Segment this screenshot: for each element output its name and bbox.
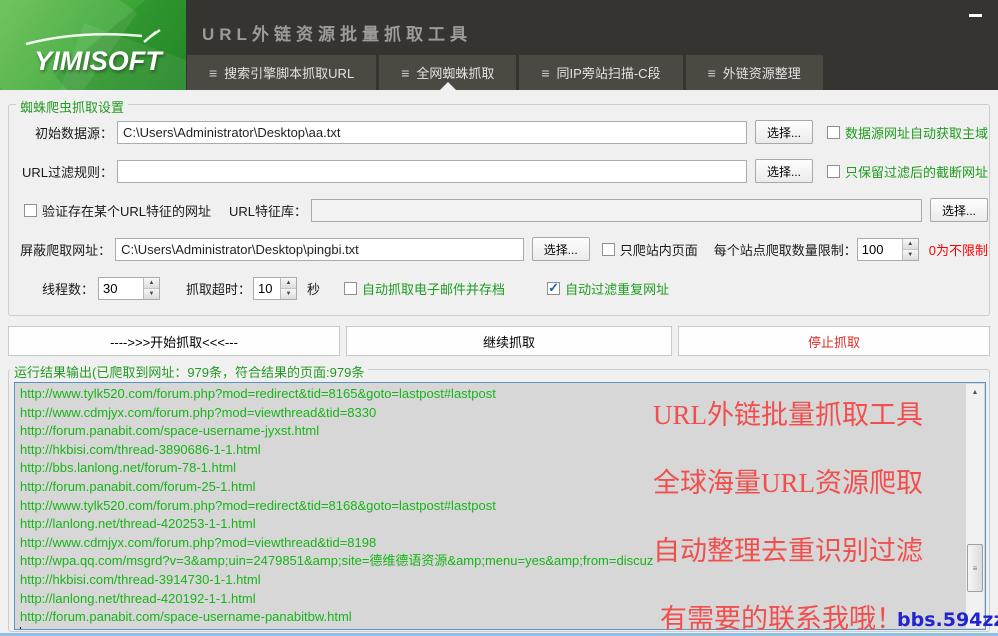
block-url-browse-button[interactable]: 选择...: [532, 237, 590, 261]
window-title: URL外链资源批量抓取工具: [202, 20, 472, 45]
limit-spin-up-icon[interactable]: ▲: [903, 239, 918, 249]
limit-label: 每个站点爬取数量限制：: [714, 240, 857, 259]
initial-source-label: 初始数据源：: [20, 123, 113, 142]
timeout-unit-label: 秒: [307, 279, 320, 298]
site-only-checkbox[interactable]: [602, 243, 615, 256]
keep-filtered-checkbox[interactable]: [827, 165, 840, 178]
block-url-label: 屏蔽爬取网址：: [20, 240, 111, 259]
app-logo: YIMISOFT: [0, 0, 186, 90]
tab-search-engine-grab[interactable]: ≡ 搜索引擎脚本抓取URL: [187, 55, 376, 90]
menu-icon: ≡: [708, 65, 716, 81]
tab-spider-grab[interactable]: ≡ 全网蜘蛛抓取: [379, 55, 516, 90]
filter-rule-label: URL过滤规则：: [20, 162, 113, 181]
initial-source-input[interactable]: [117, 121, 747, 144]
url-line: http://wpa.qq.com/msgrd?v=3&amp;uin=2479…: [20, 552, 963, 571]
feature-lib-input[interactable]: [311, 199, 922, 222]
initial-source-row: 初始数据源： 选择... 数据源网址自动获取主域: [20, 120, 988, 144]
timeout-label: 抓取超时：: [186, 279, 251, 298]
url-line: http://forum.panabit.com/space-username-…: [20, 422, 963, 441]
threads-label: 线程数：: [42, 279, 94, 298]
threads-spin-down-icon[interactable]: ▼: [144, 288, 159, 299]
threads-spinner: ▲ ▼: [98, 277, 160, 300]
result-output-box[interactable]: http://www.tylk520.com/forum.php?mod=red…: [14, 382, 986, 630]
menu-icon: ≡: [209, 65, 217, 81]
tab-bar: ≡ 搜索引擎脚本抓取URL ≡ 全网蜘蛛抓取 ≡ 同IP旁站扫描-C段 ≡ 外链…: [187, 55, 826, 90]
minimize-icon: [969, 14, 982, 17]
tab-label: 同IP旁站扫描-C段: [557, 63, 661, 82]
feature-lib-label: URL特征库：: [229, 201, 307, 220]
email-archive-label[interactable]: 自动抓取电子邮件并存档: [362, 279, 505, 298]
performance-row: 线程数： ▲ ▼ 抓取超时： ▲ ▼ 秒 自动抓取电子邮件并存档 自动过滤重复网…: [42, 276, 988, 300]
threads-input[interactable]: [99, 278, 143, 299]
dedup-label[interactable]: 自动过滤重复网址: [565, 279, 669, 298]
url-line: http://lanlong.net/thread-420192-1-1.htm…: [20, 590, 963, 609]
url-line: http://www.cdmjyx.com/forum.php?mod=view…: [20, 404, 963, 423]
limit-spinner: ▲ ▼: [857, 238, 919, 261]
url-line: http://lanlong.net/thread-420253-1-1.htm…: [20, 515, 963, 534]
dedup-checkbox[interactable]: [547, 282, 560, 295]
url-list: http://www.tylk520.com/forum.php?mod=red…: [20, 385, 963, 627]
results-group-title: 运行结果输出(已爬取到网址：979条，符合结果的页面:979条: [10, 362, 368, 381]
url-line: http://www.tylk520.com/forum.php?mod=red…: [20, 385, 963, 404]
stop-grab-button[interactable]: 停止抓取: [678, 326, 990, 356]
url-line: http://www.cdmjyx.com/forum.php?mod=view…: [20, 534, 963, 553]
url-line: http://hkbisi.com/thread-3890686-1-1.htm…: [20, 441, 963, 460]
tab-link-resource-organize[interactable]: ≡ 外链资源整理: [686, 55, 823, 90]
filter-rule-input[interactable]: [117, 160, 747, 183]
vertical-scrollbar[interactable]: ▲ ≡: [966, 384, 984, 628]
timeout-spin-down-icon[interactable]: ▼: [281, 288, 296, 299]
continue-grab-button[interactable]: 继续抓取: [346, 326, 672, 356]
auto-main-domain-checkbox[interactable]: [827, 126, 840, 139]
tab-same-ip-scan[interactable]: ≡ 同IP旁站扫描-C段: [519, 55, 682, 90]
tab-label: 搜索引擎脚本抓取URL: [224, 63, 354, 82]
block-url-input[interactable]: [115, 238, 524, 261]
email-archive-checkbox[interactable]: [344, 282, 357, 295]
url-line: http://forum.panabit.com/forum-25-1.html: [20, 478, 963, 497]
feature-lib-browse-button[interactable]: 选择...: [930, 198, 988, 222]
menu-icon: ≡: [401, 65, 409, 81]
timeout-input[interactable]: [254, 278, 280, 299]
filter-rule-row: URL过滤规则： 选择... 只保留过滤后的截断网址: [20, 159, 988, 183]
scroll-up-icon[interactable]: ▲: [966, 384, 984, 400]
limit-hint: 0为不限制: [929, 240, 988, 259]
brand-text: YIMISOFT: [10, 46, 186, 77]
tab-label: 全网蜘蛛抓取: [416, 63, 494, 82]
limit-input[interactable]: [858, 239, 902, 260]
filter-rule-browse-button[interactable]: 选择...: [755, 159, 813, 183]
logo-swoosh-icon: [24, 28, 164, 46]
url-line: http://hkbisi.com/thread-3914730-1-1.htm…: [20, 571, 963, 590]
text-caret: [20, 627, 21, 630]
block-url-row: 屏蔽爬取网址： 选择... 只爬站内页面 每个站点爬取数量限制： ▲ ▼ 0为不…: [20, 237, 988, 261]
settings-group-title: 蜘蛛爬虫抓取设置: [16, 97, 128, 116]
verify-feature-label[interactable]: 验证存在某个URL特征的网址: [42, 201, 211, 220]
scrollbar-thumb[interactable]: ≡: [967, 544, 983, 592]
auto-main-domain-label[interactable]: 数据源网址自动获取主域: [845, 123, 988, 142]
start-grab-button[interactable]: ---->>>开始抓取<<<---: [8, 326, 340, 356]
title-bar: YIMISOFT URL外链资源批量抓取工具 ≡ 搜索引擎脚本抓取URL ≡ 全…: [0, 0, 998, 90]
url-line: http://www.tylk520.com/forum.php?mod=red…: [20, 497, 963, 516]
credit-link[interactable]: bbs.594zz.com: [897, 609, 998, 631]
threads-spin-up-icon[interactable]: ▲: [144, 278, 159, 288]
initial-source-browse-button[interactable]: 选择...: [755, 120, 813, 144]
site-only-label[interactable]: 只爬站内页面: [620, 240, 698, 259]
url-line: http://forum.panabit.com/space-username-…: [20, 608, 963, 627]
limit-spin-down-icon[interactable]: ▼: [903, 249, 918, 260]
keep-filtered-label[interactable]: 只保留过滤后的截断网址: [845, 162, 988, 181]
app-window: YIMISOFT URL外链资源批量抓取工具 ≡ 搜索引擎脚本抓取URL ≡ 全…: [0, 0, 998, 636]
verify-feature-checkbox[interactable]: [24, 204, 37, 217]
timeout-spinner: ▲ ▼: [253, 277, 297, 300]
url-feature-row: 验证存在某个URL特征的网址 URL特征库： 选择...: [24, 198, 988, 222]
menu-icon: ≡: [541, 65, 549, 81]
minimize-button[interactable]: [964, 6, 986, 24]
url-line: http://bbs.lanlong.net/forum-78-1.html: [20, 459, 963, 478]
timeout-spin-up-icon[interactable]: ▲: [281, 278, 296, 288]
tab-label: 外链资源整理: [723, 63, 801, 82]
